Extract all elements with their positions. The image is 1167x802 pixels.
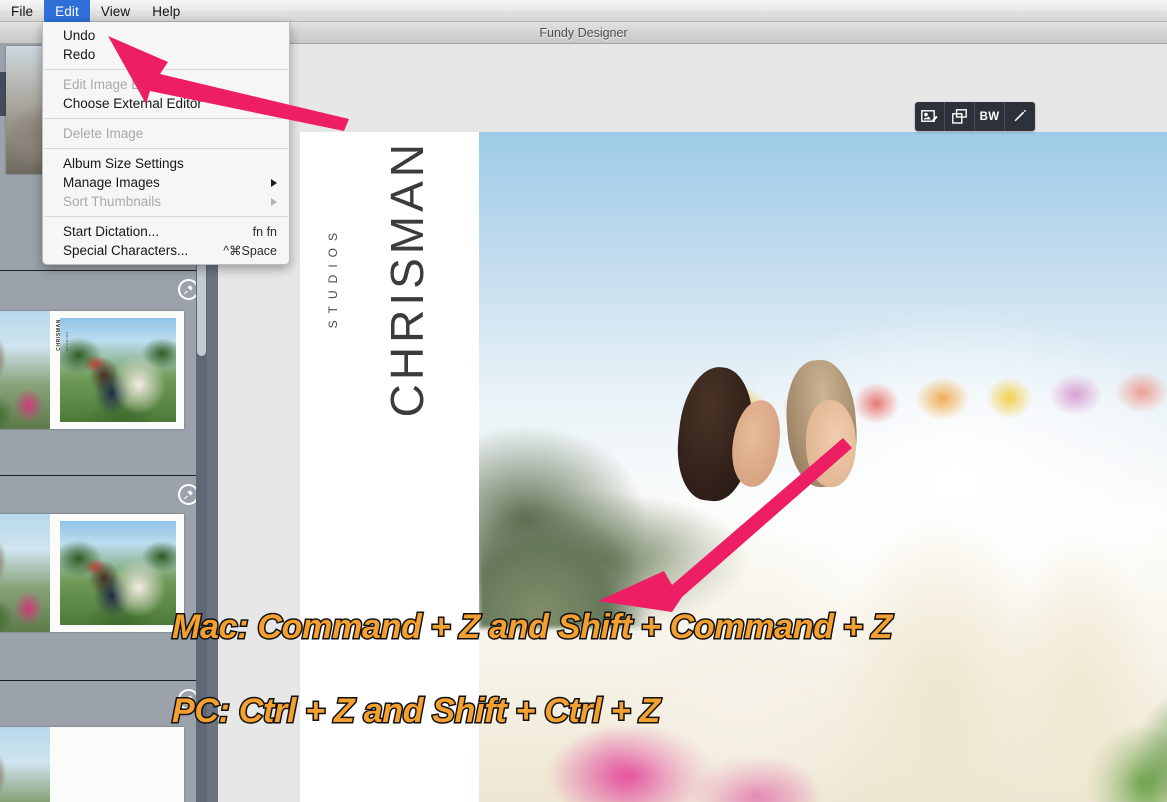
- menu-item-label: Delete Image: [63, 126, 144, 141]
- menu-item-label: Start Dictation...: [63, 224, 160, 239]
- app-window: CHRISMAN STUDIOS BW CHRISMAN STUDIOS Mac…: [0, 0, 1167, 802]
- spread-left-page: [0, 727, 50, 802]
- callout-mac-shortcut: Mac: Command + Z and Shift + Command + Z: [170, 607, 893, 648]
- menu-item-label: Redo: [63, 47, 96, 62]
- spread-branding: CHRISMAN STUDIOS: [322, 140, 433, 570]
- duplicate-spread-button[interactable]: [945, 102, 975, 131]
- menu-file[interactable]: File: [0, 0, 44, 22]
- spread-right-page: CHRISMAN STUDIOS: [49, 311, 184, 429]
- menu-separator: [44, 148, 288, 149]
- menu-item-label: Manage Images: [63, 175, 160, 190]
- spread-thumbnail[interactable]: [0, 514, 184, 632]
- menu-item-choose-external-editor[interactable]: Choose External Editor: [43, 94, 289, 113]
- spread-left-page: [0, 311, 50, 429]
- callout-pc-shortcut: PC: Ctrl + Z and Shift + Ctrl + Z: [171, 691, 662, 732]
- spread-right-page: [49, 727, 184, 802]
- menu-item-album-size-settings[interactable]: Album Size Settings: [43, 154, 289, 173]
- menu-item-label: Edit Image Externally: [63, 77, 191, 92]
- thumbnail-photo: [0, 727, 50, 802]
- menu-item-sort-thumbnails: Sort Thumbnails: [43, 192, 289, 211]
- menu-item-undo[interactable]: Undo: [43, 26, 289, 45]
- menu-item-start-dictation[interactable]: Start Dictation... fn fn: [43, 222, 289, 241]
- menu-help[interactable]: Help: [141, 0, 191, 22]
- menu-item-edit-image-externally: Edit Image Externally: [43, 75, 289, 94]
- black-and-white-button[interactable]: BW: [975, 102, 1005, 131]
- spread-thumbnail[interactable]: [0, 727, 184, 802]
- menu-bar[interactable]: File Edit View Help: [0, 0, 1167, 22]
- thumbnail-photo: [0, 311, 50, 429]
- black-and-white-label: BW: [979, 110, 1000, 123]
- list-item[interactable]: [0, 476, 207, 681]
- chevron-right-icon: [271, 197, 277, 206]
- menu-item-manage-images[interactable]: Manage Images: [43, 173, 289, 192]
- edit-menu-dropdown[interactable]: Undo Redo Edit Image Externally Choose E…: [42, 22, 290, 265]
- menu-separator: [44, 69, 288, 70]
- menu-item-redo[interactable]: Redo: [43, 45, 289, 64]
- thumbnail-photo: [0, 514, 50, 632]
- hillside-detail: [479, 480, 680, 628]
- menu-separator: [44, 118, 288, 119]
- image-toolbar[interactable]: BW: [915, 102, 1035, 131]
- thumbnail-page-background: [49, 727, 184, 802]
- canvas-area[interactable]: CHRISMAN STUDIOS BW: [218, 44, 1167, 802]
- spread-left-page: [0, 514, 50, 632]
- menu-item-label: Sort Thumbnails: [63, 194, 162, 209]
- list-item[interactable]: CHRISMAN STUDIOS: [0, 271, 207, 476]
- menu-separator: [44, 216, 288, 217]
- menu-item-label: Choose External Editor: [63, 96, 202, 111]
- menu-edit[interactable]: Edit: [44, 0, 90, 22]
- edit-image-button[interactable]: [915, 102, 945, 131]
- menu-item-label: Undo: [63, 28, 96, 43]
- spread-thumbnail[interactable]: CHRISMAN STUDIOS: [0, 311, 184, 429]
- spread-right-page: [49, 514, 184, 632]
- window-title: Fundy Designer: [539, 25, 628, 40]
- brand-tagline: STUDIOS: [326, 226, 340, 329]
- thumbnail-photo: [60, 318, 176, 422]
- pencil-tool-button[interactable]: [1005, 102, 1035, 131]
- menu-item-label: Special Characters...: [63, 243, 189, 258]
- chevron-right-icon: [271, 178, 277, 187]
- brand-name: CHRISMAN: [381, 140, 433, 418]
- menu-item-shortcut: fn fn: [252, 224, 277, 239]
- menu-item-label: Album Size Settings: [63, 156, 184, 171]
- thumbnail-photo: [60, 521, 176, 625]
- menu-item-special-characters[interactable]: Special Characters... ^⌘Space: [43, 241, 289, 260]
- menu-item-delete-image: Delete Image: [43, 124, 289, 143]
- groom-face-detail: [806, 400, 857, 488]
- thumbnail-brand: CHRISMAN STUDIOS: [55, 319, 69, 351]
- menu-item-shortcut: ^⌘Space: [223, 244, 277, 258]
- menu-view[interactable]: View: [90, 0, 141, 22]
